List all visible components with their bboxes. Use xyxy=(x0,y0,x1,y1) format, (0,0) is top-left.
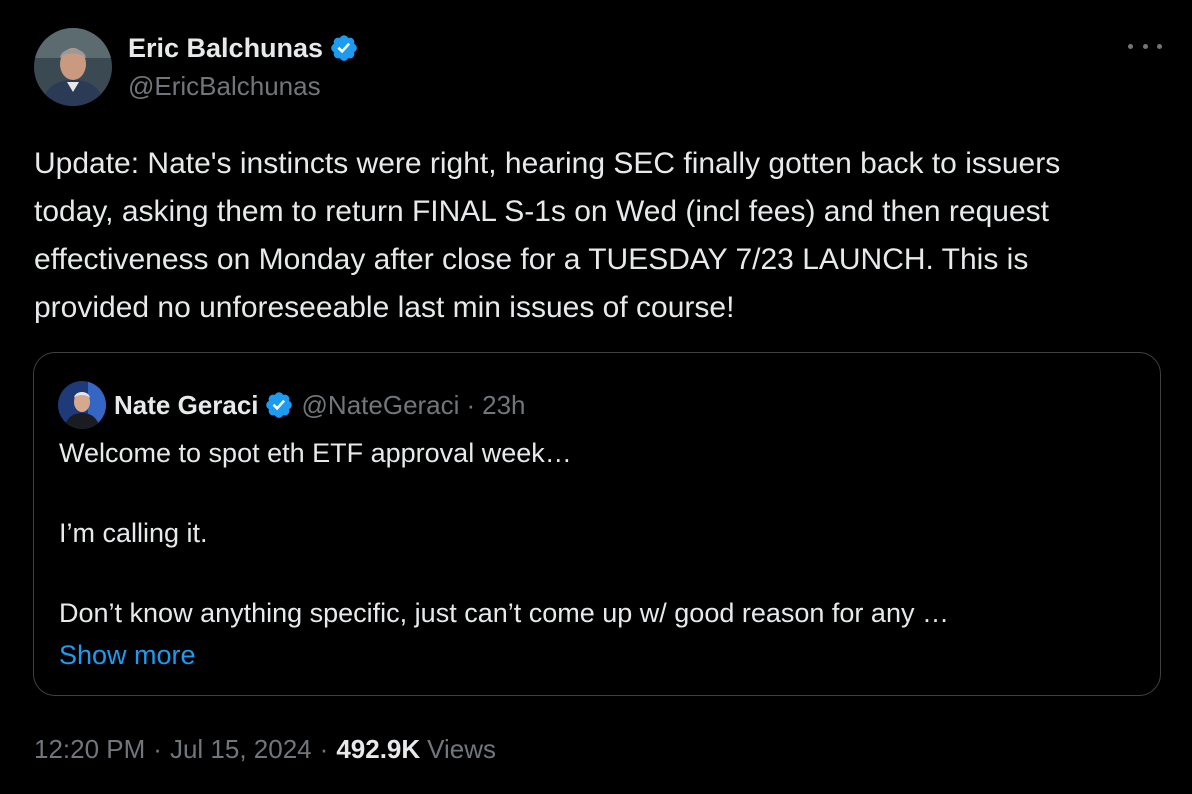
tweet-header: Eric Balchunas @EricBalchunas xyxy=(34,28,359,106)
author-avatar[interactable] xyxy=(34,28,112,106)
quoted-tweet-text: Welcome to spot eth ETF approval week… I… xyxy=(59,438,949,628)
author-display-name[interactable]: Eric Balchunas xyxy=(128,31,323,65)
tweet-container: Eric Balchunas @EricBalchunas Update: Na… xyxy=(0,0,1192,794)
show-more-link[interactable]: Show more xyxy=(59,635,196,675)
quoted-tweet[interactable]: Nate Geraci @NateGeraci · 23h Welcome to… xyxy=(33,352,1161,696)
verified-badge-icon xyxy=(329,33,359,63)
tweet-text: Update: Nate's instincts were right, hea… xyxy=(34,147,1069,324)
author-name-row: Eric Balchunas xyxy=(128,31,359,65)
quoted-tweet-header: Nate Geraci @NateGeraci · 23h xyxy=(58,381,526,429)
meta-separator: · xyxy=(319,734,329,764)
avatar-photo-icon xyxy=(34,28,112,106)
quoted-author-display-name: Nate Geraci xyxy=(114,389,259,420)
author-name-block: Eric Balchunas @EricBalchunas xyxy=(128,31,359,103)
views-count[interactable]: 492.9K xyxy=(336,734,420,765)
quoted-timestamp[interactable]: 23h xyxy=(482,390,525,421)
tweet-meta: 12:20 PM · Jul 15, 2024 · 492.9K Views xyxy=(34,734,496,765)
tweet-date[interactable]: Jul 15, 2024 xyxy=(170,734,312,765)
quoted-author-avatar xyxy=(58,381,106,429)
more-dot xyxy=(1142,43,1148,49)
more-dot xyxy=(1128,43,1133,49)
tweet-time[interactable]: 12:20 PM xyxy=(34,734,145,765)
meta-separator: · xyxy=(153,734,162,764)
views-label[interactable]: Views xyxy=(427,734,496,765)
more-dot xyxy=(1157,43,1162,49)
more-options-icon[interactable] xyxy=(1128,34,1162,58)
avatar-photo-icon xyxy=(58,381,106,429)
quoted-separator: · xyxy=(466,389,476,420)
verified-badge-icon xyxy=(264,390,294,420)
author-handle[interactable]: @EricBalchunas xyxy=(128,69,359,103)
quoted-author-handle: @NateGeraci xyxy=(301,389,460,420)
